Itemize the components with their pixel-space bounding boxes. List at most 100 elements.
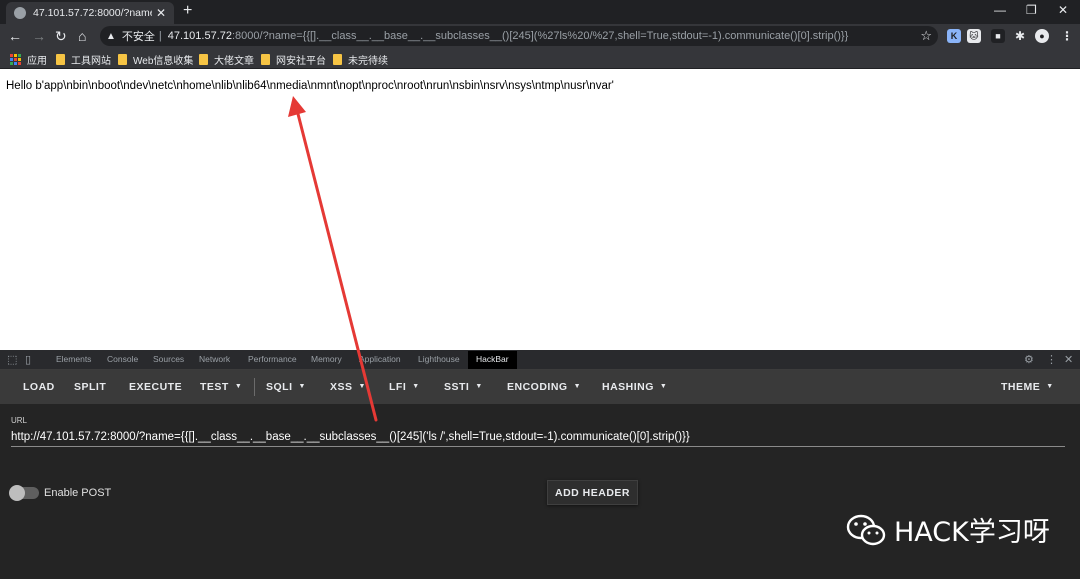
bookmark-label: 未完待续 [348,56,388,67]
bookmark-star-icon[interactable]: ☆ [920,28,932,44]
devtools-tab-bar: ⬚ ▯ ⚙ ⋮ ✕ Elements Console Sources Network P… [0,350,1080,370]
hackbar-url-input[interactable] [11,427,1065,447]
menu-kebab-icon[interactable]: ⋮ [1060,29,1074,43]
bookmark-label: 应用 [27,56,47,67]
profile-avatar-icon[interactable]: ● [1035,29,1049,43]
menu-label: EXECUTE [129,381,183,393]
caret-down-icon: ▼ [412,383,420,390]
bookmark-item[interactable]: Web信息收集 [118,52,193,67]
menu-label: ENCODING [507,381,568,393]
extensions-puzzle-icon[interactable]: ✱ [1013,29,1027,43]
hackbar-menu-ssti[interactable]: SSTI ▼ [444,381,483,393]
devtools-tab-console[interactable]: Console [107,354,138,364]
bookmark-item[interactable]: 应用 [10,52,47,67]
close-window-icon[interactable]: ✕ [1058,3,1068,17]
toggle-knob [9,485,25,501]
bookmark-item[interactable]: 工具网站 [56,52,111,67]
devtools-tab-application[interactable]: Application [359,354,401,364]
forward-arrow-icon[interactable]: → [32,27,46,45]
tab-title: 47.101.57.72:8000/?name={{[] [33,7,152,19]
caret-down-icon: ▼ [234,383,243,390]
enable-post-label: Enable POST [44,487,112,499]
hackbar-menu-lfi[interactable]: LFI ▼ [389,381,420,393]
url-path: :8000/?name={{[].__class__.__base__.__su… [232,30,849,42]
watermark-text: HACK学习呀 [894,517,1050,548]
menu-label: THEME [1001,381,1041,393]
hackbar-menu-xss[interactable]: XSS ▼ [330,381,366,393]
address-bar[interactable]: ▲ 不安全 | 47.101.57.72:8000/?name={{[].__c… [100,26,938,46]
menu-label: HASHING [602,381,654,393]
more-options-icon[interactable]: ⋮ [1046,353,1057,366]
bookmark-label: 工具网站 [71,56,111,67]
hackbar-menu-encoding[interactable]: ENCODING ▼ [507,381,581,393]
folder-icon [118,54,127,65]
home-icon[interactable]: ⌂ [78,27,86,45]
device-toolbar-icon[interactable]: ▯ [25,353,31,366]
reload-icon[interactable]: ↻ [55,27,67,45]
watermark: HACK学习呀 [846,510,1050,549]
devtools-tab-elements[interactable]: Elements [56,354,91,364]
menu-label: LFI [389,381,407,393]
url-host: 47.101.57.72 [167,30,232,42]
folder-icon [261,54,270,65]
bookmark-item[interactable]: 未完待续 [333,52,388,67]
browser-toolbar: ← → ↻ ⌂ ▲ 不安全 | 47.101.57.72:8000/?name=… [0,24,1080,48]
menu-label: SSTI [444,381,470,393]
globe-icon [14,7,26,19]
devtools-tab-sources[interactable]: Sources [153,354,184,364]
inspect-element-icon[interactable]: ⬚ [7,353,17,366]
bookmark-item[interactable]: 网安社平台 [261,52,326,67]
hackbar-menu-hashing[interactable]: HASHING ▼ [602,381,667,393]
caret-down-icon: ▼ [659,383,668,390]
wechat-icon [846,514,886,545]
minimize-icon[interactable]: — [994,3,1006,17]
settings-gear-icon[interactable]: ⚙ [1024,353,1034,366]
caret-down-icon: ▼ [298,383,306,390]
devtools-tab-network[interactable]: Network [199,354,230,364]
enable-post-toggle[interactable] [9,485,39,501]
apps-grid-icon [10,54,21,65]
devtools-tab-memory[interactable]: Memory [311,354,342,364]
extension-dark-icon[interactable]: ■ [991,29,1005,43]
bookmark-label: Web信息收集 [133,56,194,67]
menu-label: SQLI [266,381,293,393]
devtools-panel: ⬚ ▯ ⚙ ⋮ ✕ Elements Console Sources Network P… [0,350,1080,579]
menu-label: SPLIT [74,381,107,393]
maximize-icon[interactable]: ❐ [1026,3,1037,17]
hackbar-menu-theme[interactable]: THEME ▼ [1001,381,1054,393]
hackbar-menu-execute[interactable]: EXECUTE [129,381,182,393]
menu-label: TEST [200,381,229,393]
menu-divider [254,378,255,396]
add-header-button[interactable]: ADD HEADER [547,480,638,505]
close-devtools-icon[interactable]: ✕ [1064,353,1073,366]
hackbar-menu-split[interactable]: SPLIT [74,381,106,393]
caret-down-icon: ▼ [475,383,483,390]
folder-icon [56,54,65,65]
bookmarks-bar: 应用 工具网站 Web信息收集 大佬文章 网安社平台 未完待续 [0,48,1080,69]
hackbar-menu-test[interactable]: TEST ▼ [200,381,242,393]
devtools-tab-performance[interactable]: Performance [248,354,297,364]
caret-down-icon: ▼ [358,383,366,390]
folder-icon [199,54,208,65]
caret-down-icon: ▼ [1046,383,1054,390]
tab-close-icon[interactable]: ✕ [156,6,166,20]
folder-icon [333,54,342,65]
omnibox-separator: | [158,30,162,42]
hackbar-menu: LOAD SPLIT EXECUTE TEST ▼ SQLI ▼ XSS ▼ LFI ▼ SSTI ▼ E… [0,370,1080,404]
bookmark-label: 网安社平台 [276,56,326,67]
new-tab-button[interactable]: + [183,2,192,20]
menu-label: LOAD [23,381,55,393]
not-secure-label: 不安全 [121,31,155,43]
bookmark-item[interactable]: 大佬文章 [199,52,254,67]
browser-tab[interactable]: 47.101.57.72:8000/?name={{[] ✕ [6,2,174,24]
back-arrow-icon[interactable]: ← [8,27,22,45]
extension-k-icon[interactable]: K [947,29,961,43]
extension-cat-icon[interactable]: 🐱 [967,29,981,43]
menu-label: XSS [330,381,353,393]
warning-triangle-icon: ▲ [106,30,116,42]
hackbar-menu-sqli[interactable]: SQLI ▼ [266,381,306,393]
devtools-tab-lighthouse[interactable]: Lighthouse [418,354,460,364]
hackbar-menu-load[interactable]: LOAD [23,381,55,393]
devtools-tab-hackbar[interactable]: HackBar [468,351,517,369]
url-field-label: URL [11,416,28,425]
